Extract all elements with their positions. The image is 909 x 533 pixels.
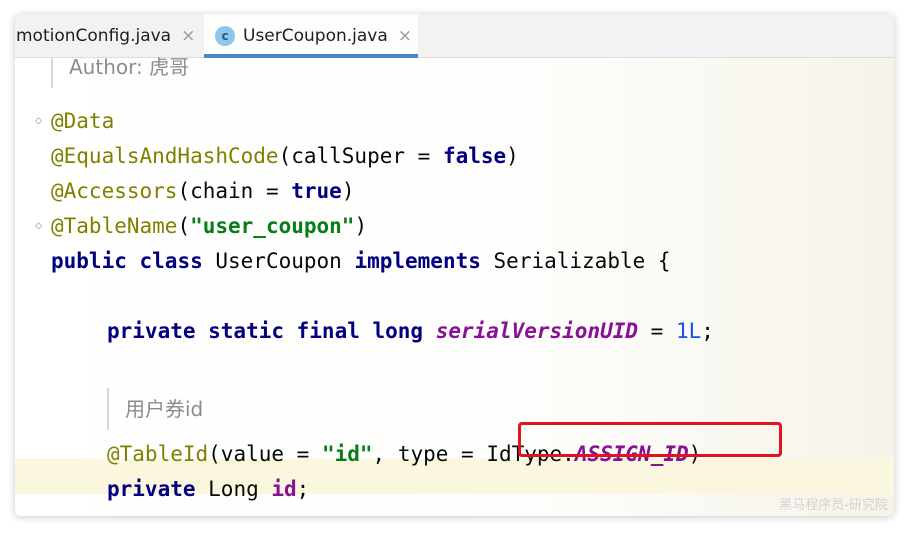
code-token: (value = — [208, 442, 322, 466]
code-token: ; — [701, 319, 714, 343]
doc-comment-id: 用户券id — [125, 397, 204, 421]
code-token: = — [638, 319, 676, 343]
annotation-accessors: @Accessors — [51, 179, 178, 203]
static-field-name: serialVersionUID — [435, 319, 639, 343]
watermark: 黑马程序员-研究院 — [779, 498, 888, 513]
code-line: private static final long serialVersionU… — [15, 314, 894, 349]
keyword-public: public — [51, 249, 127, 273]
code-line: @Data — [15, 104, 894, 139]
string-literal: "id" — [321, 442, 373, 466]
keyword-private: private — [107, 477, 196, 501]
code-token: (callSuper = — [278, 144, 443, 168]
annotation-equals: @EqualsAndHashCode — [51, 144, 279, 168]
class-icon: c — [215, 26, 235, 46]
keyword-implements: implements — [354, 249, 481, 273]
annotation-tablename: @TableName — [51, 214, 178, 238]
close-icon[interactable]: × — [181, 26, 195, 46]
code-token: ) — [506, 144, 519, 168]
code-line: @EqualsAndHashCode(callSuper = false) — [15, 139, 894, 174]
tab-label: motionConfig.java — [16, 26, 172, 46]
keyword-true: true — [291, 179, 342, 203]
string-literal: "user_coupon" — [190, 214, 355, 238]
ide-editor-window: motionConfig.java × c UserCoupon.java × … — [15, 14, 894, 516]
code-token: ) — [354, 214, 368, 238]
code-token: ( — [177, 214, 191, 238]
code-line: @TableName("user_coupon") — [15, 209, 894, 244]
field-type: Long — [195, 477, 272, 501]
code-editor[interactable]: Author: 虎哥 ◇ @Data @EqualsAndHashCode(ca… — [15, 55, 894, 516]
code-token: (chain = — [177, 179, 292, 203]
keyword-class: class — [139, 249, 203, 273]
code-line: Author: 虎哥 — [15, 50, 894, 85]
number-literal: 1L — [675, 319, 702, 343]
code-token: , type = — [372, 442, 487, 466]
code-token: Serializable { — [480, 249, 671, 273]
code-line: private Long id; — [15, 472, 894, 507]
code-token: ; — [296, 477, 310, 501]
doc-comment-author: Author: 虎哥 — [69, 55, 190, 79]
annotation-highlight-box — [518, 422, 782, 457]
code-token: ) — [341, 179, 355, 203]
code-line: public class UserCoupon implements Seria… — [15, 244, 894, 279]
code-line: @Accessors(chain = true) — [15, 174, 894, 209]
class-name: UserCoupon — [202, 249, 355, 273]
field-name: id — [271, 477, 297, 501]
keyword-modifiers: private static final long — [107, 319, 424, 343]
keyword-false: false — [442, 144, 507, 168]
annotation-tableid: @TableId — [107, 442, 209, 466]
close-icon[interactable]: × — [398, 26, 412, 46]
annotation-data: @Data — [51, 109, 115, 133]
tab-label: UserCoupon.java — [243, 26, 388, 46]
